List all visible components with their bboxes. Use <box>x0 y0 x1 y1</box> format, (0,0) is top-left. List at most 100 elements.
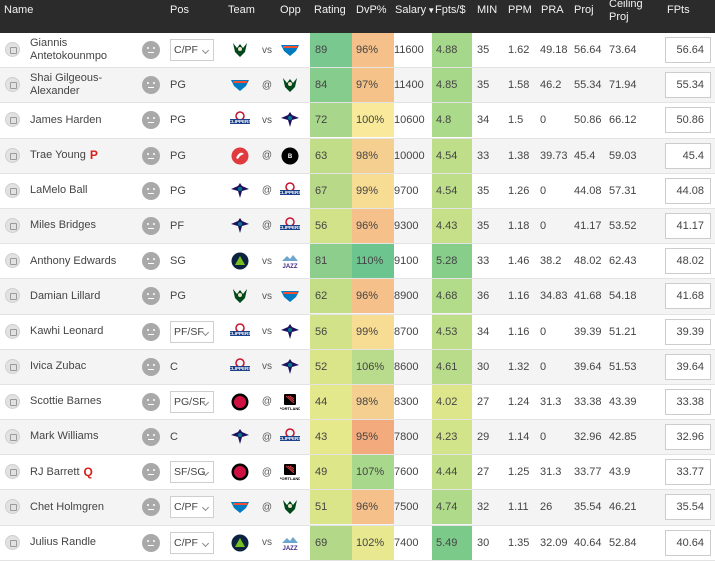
table-row[interactable]: LaMelo Ball PG @ CLIPPERS 67 99% 9700 4.… <box>0 173 715 209</box>
fpts-input[interactable]: 48.02 <box>665 248 711 275</box>
lock-icon[interactable] <box>5 77 20 93</box>
projection-cell: 35.54 <box>574 501 602 514</box>
table-row[interactable]: Trae Young P PG @ B 63 98% 10000 4.54 33… <box>0 138 715 174</box>
header-opp[interactable]: Opp <box>280 4 301 17</box>
player-name[interactable]: LaMelo Ball <box>30 174 140 208</box>
header-pra[interactable]: PRA <box>541 4 564 17</box>
position-select[interactable]: C/PF <box>170 496 214 519</box>
table-row[interactable]: Ivica Zubac C CLIPPERS vs 52 106% 8600 4… <box>0 349 715 385</box>
fpts-input[interactable]: 50.86 <box>665 107 711 134</box>
lock-icon[interactable] <box>5 42 20 57</box>
position-select[interactable]: C/PF <box>170 39 214 61</box>
header-salary[interactable]: Salary▼ <box>395 4 435 17</box>
table-row[interactable]: Miles Bridges PF @ CLIPPERS 56 96% 9300 … <box>0 208 715 245</box>
table-row[interactable]: James Harden PG CLIPPERS vs 72 100% 1060… <box>0 103 715 139</box>
position-select[interactable]: C/PF <box>170 531 214 554</box>
player-name[interactable]: Kawhi Leonard <box>30 315 140 349</box>
player-name[interactable]: Giannis Antetokounmpo <box>30 33 140 67</box>
fpts-input[interactable]: 33.77 <box>665 459 711 486</box>
salary-cell: 11400 <box>394 79 424 92</box>
lock-icon[interactable] <box>5 393 20 409</box>
lock-icon[interactable] <box>5 358 20 374</box>
fpts-input[interactable]: 35.54 <box>665 494 711 521</box>
header-fpts-per-dollar[interactable]: Fpts/$ <box>435 4 466 17</box>
lock-icon[interactable] <box>5 499 20 515</box>
dvp-cell: 100% <box>352 103 394 138</box>
table-row[interactable]: Anthony Edwards SG vs JAZZ 81 110% 9100 … <box>0 244 715 280</box>
lock-icon[interactable] <box>5 534 20 550</box>
player-name[interactable]: Ivica Zubac <box>30 350 140 384</box>
minutes-cell: 32 <box>477 501 490 514</box>
table-row[interactable]: RJ Barrett Q SF/SG @ PORTLAND 49 107% 76… <box>0 455 715 491</box>
table-row[interactable]: Shai Gilgeous-Alexander PG @ 84 97% 1140… <box>0 68 715 104</box>
player-name[interactable]: Scottie Barnes <box>30 385 140 419</box>
table-row[interactable]: Giannis Antetokounmpo C/PF vs 89 96% 116… <box>0 33 715 69</box>
pra-cell: 0 <box>540 219 547 232</box>
header-dvp[interactable]: DvP% <box>356 4 387 17</box>
dvp-cell: 99% <box>352 314 394 349</box>
position-select[interactable]: PG/SF <box>170 390 214 413</box>
lock-icon[interactable] <box>5 464 20 480</box>
fpts-input[interactable]: 39.64 <box>665 353 711 380</box>
header-fpts[interactable]: FPts <box>667 4 690 17</box>
table-row[interactable]: Damian Lillard PG vs 62 96% 8900 4.68 36… <box>0 279 715 315</box>
fpts-input[interactable]: 41.17 <box>665 212 711 239</box>
lock-icon[interactable] <box>5 217 20 233</box>
position-cell: PG <box>170 139 186 173</box>
player-name[interactable]: Damian Lillard <box>30 279 140 313</box>
fpts-input[interactable]: 40.64 <box>665 529 711 556</box>
pra-cell: 0 <box>540 114 547 127</box>
header-min[interactable]: MIN <box>477 4 497 17</box>
rating-cell: 62 <box>310 279 352 314</box>
table-row[interactable]: Scottie Barnes PG/SF @ PORTLAND 44 98% 8… <box>0 384 715 421</box>
player-name[interactable]: Chet Holmgren <box>30 490 140 524</box>
header-rating[interactable]: Rating <box>314 4 346 17</box>
header-team[interactable]: Team <box>228 4 255 17</box>
fpts-input[interactable]: 33.38 <box>665 388 711 415</box>
lock-icon[interactable] <box>5 182 20 198</box>
lock-icon[interactable] <box>5 429 20 445</box>
pra-cell: 49.18 <box>540 44 568 56</box>
lock-icon[interactable] <box>5 323 20 339</box>
fpts-per-dollar-cell: 4.54 <box>432 138 472 173</box>
lock-icon[interactable] <box>5 147 20 163</box>
header-pos[interactable]: Pos <box>170 4 189 17</box>
table-row[interactable]: Kawhi Leonard PF/SF CLIPPERS vs 56 99% 8… <box>0 314 715 350</box>
header-name[interactable]: Name <box>4 4 33 17</box>
player-name[interactable]: Shai Gilgeous-Alexander <box>30 68 140 102</box>
header-ceiling-proj[interactable]: Ceiling Proj <box>609 0 659 23</box>
player-name[interactable]: RJ Barrett Q <box>30 455 140 489</box>
lock-icon[interactable] <box>5 112 20 128</box>
lock-icon[interactable] <box>5 288 20 304</box>
fpts-input[interactable]: 44.08 <box>665 177 711 204</box>
player-name[interactable]: Trae Young P <box>30 139 140 173</box>
projection-cell: 55.34 <box>574 79 602 92</box>
position-select[interactable]: SF/SG <box>170 461 214 484</box>
position-select[interactable]: PF/SF <box>170 320 214 343</box>
position-cell: PF <box>170 209 184 243</box>
table-row[interactable]: Chet Holmgren C/PF @ 51 96% 7500 4.74 32… <box>0 490 715 526</box>
table-row[interactable]: Julius Randle C/PF vs JAZZ 69 102% 7400 … <box>0 525 715 561</box>
dvp-cell: 95% <box>352 420 394 455</box>
fpts-input[interactable]: 32.96 <box>665 424 711 451</box>
header-ppm[interactable]: PPM <box>508 4 532 17</box>
fpts-input[interactable]: 39.39 <box>665 318 711 345</box>
pra-cell: 26 <box>540 501 553 514</box>
ceiling-projection-cell: 51.53 <box>609 360 637 373</box>
lock-icon[interactable] <box>5 253 20 269</box>
player-name[interactable]: Anthony Edwards <box>30 244 140 278</box>
ceiling-projection-cell: 43.9 <box>609 466 631 479</box>
fpts-input[interactable]: 55.34 <box>665 72 711 99</box>
player-name[interactable]: Julius Randle <box>30 526 140 560</box>
player-name[interactable]: Miles Bridges <box>30 209 140 243</box>
fpts-input[interactable]: 41.68 <box>665 283 711 310</box>
home-away-indicator: vs <box>262 326 272 337</box>
fpts-per-dollar-cell: 4.53 <box>432 314 472 349</box>
player-name[interactable]: Mark Williams <box>30 420 140 454</box>
player-name[interactable]: James Harden <box>30 103 140 137</box>
fpts-input[interactable]: 45.4 <box>665 142 711 169</box>
fpts-input[interactable]: 56.64 <box>665 37 711 63</box>
minutes-cell: 35 <box>477 44 490 56</box>
header-proj[interactable]: Proj <box>574 4 594 17</box>
table-row[interactable]: Mark Williams C @ CLIPPERS 43 95% 7800 4… <box>0 420 715 456</box>
